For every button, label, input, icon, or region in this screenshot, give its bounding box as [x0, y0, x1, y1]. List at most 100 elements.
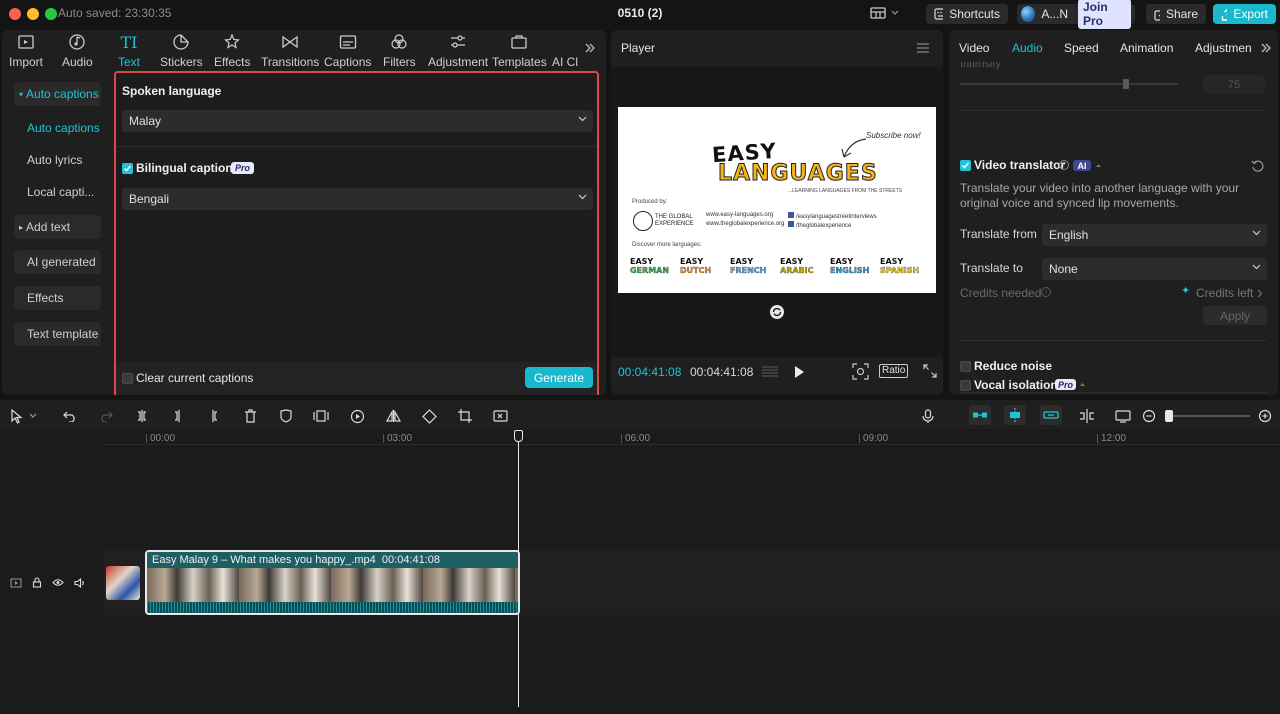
sidebar-item-auto-captions-group[interactable]: ▾ Auto captions [14, 82, 101, 106]
tab-video[interactable]: Video [959, 41, 989, 55]
vocal-isolation-checkbox-visible[interactable] [960, 380, 971, 391]
sidebar-item-ai-generated[interactable]: AI generated [14, 250, 101, 274]
chain-icon [1043, 411, 1059, 419]
undo-button[interactable] [61, 407, 79, 425]
info-icon[interactable]: i [1041, 287, 1051, 297]
layout-menu-button[interactable] [870, 6, 899, 20]
split-button[interactable] [133, 407, 151, 425]
more-tabs-button[interactable] [1260, 42, 1272, 54]
auto-snap-button[interactable] [1004, 405, 1026, 425]
eye-icon[interactable] [52, 578, 64, 587]
reduce-noise-checkbox[interactable] [960, 361, 971, 372]
cover-thumbnail[interactable] [106, 566, 140, 600]
generate-button[interactable]: Generate [525, 367, 593, 388]
chevron-up-icon[interactable] [1095, 163, 1102, 168]
mark-button[interactable] [277, 407, 295, 425]
translate-from-select[interactable]: English [1042, 224, 1267, 246]
preview-screen-button[interactable] [1114, 407, 1132, 425]
intensity-slider-handle[interactable] [1123, 79, 1129, 89]
tool-templates[interactable]: Templates [492, 32, 547, 69]
split-right-button[interactable] [205, 407, 223, 425]
zoom-in-button[interactable] [1256, 407, 1274, 425]
zoom-out-button[interactable] [1140, 407, 1158, 425]
main-track-magnet-button[interactable] [969, 405, 991, 425]
preview-axis-button[interactable] [1078, 407, 1096, 425]
clear-captions-checkbox[interactable] [122, 373, 133, 384]
export-button[interactable]: Export [1213, 4, 1276, 24]
credits-left-link[interactable]: Credits left [1196, 286, 1253, 300]
bilingual-captions-checkbox[interactable] [122, 163, 133, 174]
video-clip[interactable]: Easy Malay 9 – What makes you happy_.mp4… [145, 550, 520, 615]
tool-stickers[interactable]: Stickers [160, 32, 203, 69]
tool-audio[interactable]: Audio [62, 32, 93, 69]
bilingual-language-select[interactable]: Bengali [122, 188, 593, 210]
join-pro-button[interactable]: Join Pro [1078, 0, 1131, 29]
minimize-window-button[interactable] [27, 8, 39, 20]
help-icon[interactable]: ? [1059, 160, 1069, 170]
audio-settings-scroll[interactable]: Intensity 75 Video translator ? AI Trans… [949, 62, 1278, 395]
playhead-handle[interactable] [514, 430, 523, 442]
reverse-button[interactable] [348, 407, 366, 425]
crop-button[interactable] [456, 407, 474, 425]
auto-reframe-button[interactable] [492, 407, 510, 425]
tool-captions[interactable]: Captions [324, 32, 371, 69]
rotate-button[interactable] [769, 304, 785, 320]
player-title: Player [621, 41, 656, 55]
sidebar-item-effects[interactable]: Effects [14, 286, 101, 310]
split-left-button[interactable] [169, 407, 187, 425]
sidebar-item-auto-lyrics[interactable]: Auto lyrics [14, 148, 101, 172]
sidebar-item-auto-captions[interactable]: Auto captions [14, 116, 101, 140]
lock-icon[interactable] [32, 577, 42, 588]
sidebar-item-label: Auto captions [27, 121, 100, 135]
tool-adjustment[interactable]: Adjustment [428, 32, 488, 69]
tab-speed[interactable]: Speed [1064, 41, 1099, 55]
redo-button[interactable] [97, 407, 115, 425]
freeze-button[interactable] [312, 407, 330, 425]
speaker-icon[interactable] [74, 577, 86, 588]
tool-ai-clip[interactable]: AI Cl [552, 32, 578, 69]
apply-button[interactable]: Apply [1203, 306, 1267, 325]
chevron-up-icon[interactable] [1079, 382, 1086, 387]
sidebar-item-local-captions[interactable]: Local capti... [14, 180, 101, 204]
zoom-window-button[interactable] [45, 8, 57, 20]
sidebar-item-text-template[interactable]: Text template [14, 322, 101, 346]
spoken-language-select[interactable]: Malay [122, 110, 593, 132]
tool-text[interactable]: TI Text [118, 32, 140, 70]
delete-button[interactable] [241, 407, 259, 425]
intensity-value[interactable]: 75 [1203, 75, 1265, 94]
more-tools-button[interactable] [584, 42, 596, 54]
close-window-button[interactable] [9, 8, 21, 20]
record-voiceover-button[interactable] [919, 407, 937, 425]
rotate-clip-button[interactable] [420, 407, 438, 425]
video-frame[interactable]: Subscribe now! EASY LANGUAGES ...LEARNIN… [618, 107, 936, 293]
tab-adjustment[interactable]: Adjustmen [1195, 41, 1255, 55]
shortcuts-button[interactable]: Shortcuts [926, 4, 1008, 24]
tab-animation[interactable]: Animation [1120, 41, 1173, 55]
player-menu-button[interactable] [917, 43, 929, 53]
fit-view-button[interactable] [852, 363, 869, 380]
reset-icon[interactable] [1251, 159, 1264, 172]
sidebar-item-add-text[interactable]: ▸ Add text [14, 215, 101, 239]
language-logo-easy: EASY [680, 257, 704, 266]
fullscreen-button[interactable] [923, 364, 937, 378]
share-button[interactable]: Share [1146, 4, 1206, 24]
tool-transitions[interactable]: Transitions [261, 32, 319, 69]
tool-import[interactable]: Import [9, 32, 43, 69]
intensity-slider[interactable] [960, 83, 1178, 85]
play-button[interactable] [793, 365, 805, 379]
zoom-slider[interactable] [1165, 415, 1250, 417]
tool-filters[interactable]: Filters [383, 32, 416, 69]
translate-to-select[interactable]: None [1042, 258, 1267, 280]
linkage-button[interactable] [1040, 405, 1062, 425]
track-video-icon[interactable] [10, 578, 22, 588]
select-tool-menu[interactable] [28, 407, 38, 425]
zoom-slider-handle[interactable] [1165, 410, 1173, 422]
tab-audio[interactable]: Audio [1012, 41, 1043, 55]
mirror-button[interactable] [384, 407, 402, 425]
ratio-button[interactable]: Ratio [879, 364, 909, 378]
video-translator-checkbox[interactable] [960, 160, 971, 171]
select-tool-button[interactable] [8, 407, 26, 425]
playhead[interactable] [518, 437, 519, 707]
tool-effects[interactable]: Effects [214, 32, 250, 69]
account-menu[interactable]: A...N Join Pro [1017, 0, 1135, 29]
